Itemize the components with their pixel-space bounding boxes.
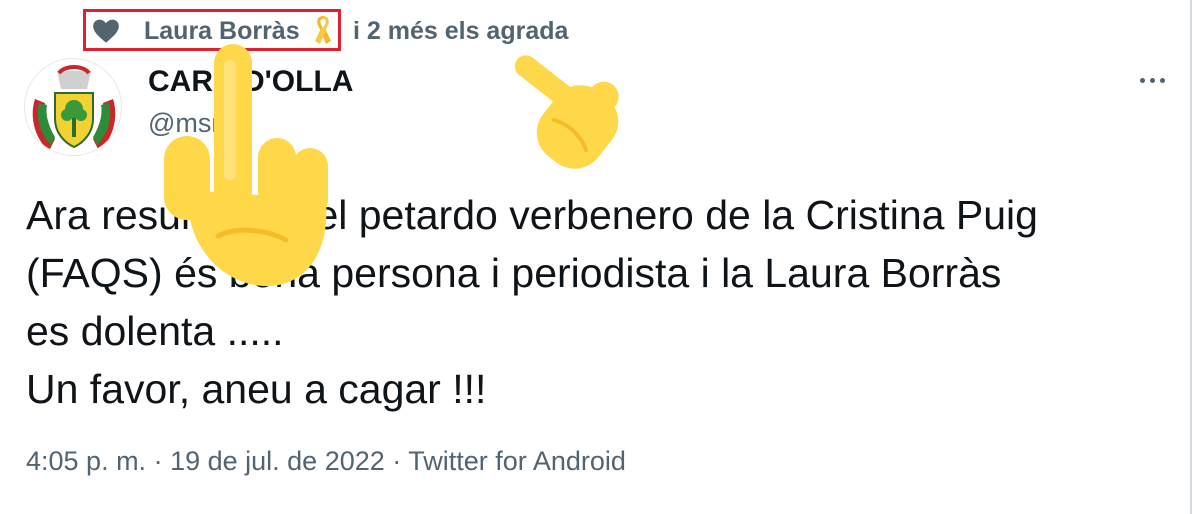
- coat-of-arms-image: [25, 59, 121, 155]
- liked-by-others-text: i 2 més els agrada: [353, 17, 569, 45]
- tweet-line: es dolenta .....: [26, 308, 284, 354]
- separator: ·: [146, 446, 171, 476]
- pointing-hand-emoji: [514, 55, 619, 169]
- tweet-time[interactable]: 4:05 p. m.: [26, 446, 146, 476]
- tweet-date[interactable]: 19 de jul. de 2022: [170, 446, 385, 476]
- more-options-icon[interactable]: [1140, 70, 1180, 90]
- avatar[interactable]: [24, 58, 122, 156]
- dot: [1150, 77, 1155, 83]
- tweet-metadata: 4:05 p. m. · 19 de jul. de 2022 · Twitte…: [26, 446, 626, 477]
- dot: [1160, 77, 1165, 83]
- tweet-line: Un favor, aneu a cagar !!!: [26, 366, 487, 412]
- dot: [1140, 77, 1145, 83]
- separator: ·: [384, 446, 409, 476]
- pointing-up-hand-emoji: [164, 44, 328, 287]
- tweet-client[interactable]: Twitter for Android: [408, 446, 626, 476]
